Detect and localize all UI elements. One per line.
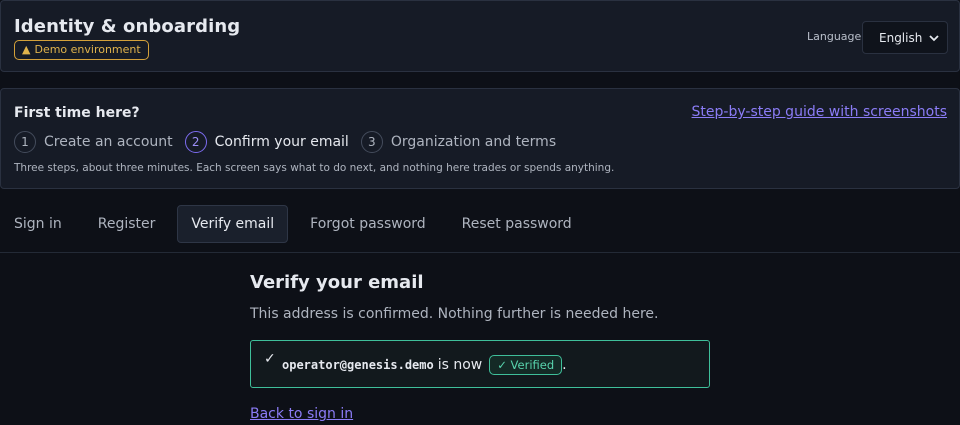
step-organization-terms: 3 Organization and terms [360, 131, 557, 153]
back-to-sign-in-link[interactable]: Back to sign in [250, 406, 353, 422]
tab-forgot-password[interactable]: Forgot password [296, 205, 440, 243]
intro-note: Three steps, about three minutes. Each s… [14, 162, 615, 174]
tab-verify-email[interactable]: Verify email [177, 205, 289, 243]
checkmark-icon: ✓ [264, 351, 276, 367]
onboarding-intro-card: First time here? Step-by-step guide with… [0, 88, 960, 189]
verify-subtitle: This address is confirmed. Nothing furth… [250, 306, 659, 322]
auth-tabs: Sign in Register Verify email Forgot pas… [0, 205, 960, 253]
step-create-account: 1 Create an account [14, 131, 173, 153]
onboarding-steps: 1 Create an account 2 Confirm your email… [14, 131, 568, 153]
environment-badge: ▲ Demo environment [14, 40, 149, 60]
status-text: is now [437, 357, 483, 373]
header-card: Identity & onboarding ▲ Demo environment… [0, 0, 960, 72]
step-number: 2 [184, 131, 207, 153]
verified-badge: ✓ Verified [489, 355, 563, 375]
language-value: English [879, 30, 923, 45]
verification-message: operator@genesis.demo is now ✓ Verified … [282, 355, 567, 375]
tab-sign-in[interactable]: Sign in [0, 205, 76, 243]
step-label: Confirm your email [214, 134, 349, 150]
language-select[interactable]: English [862, 21, 948, 54]
tab-register[interactable]: Register [84, 205, 170, 243]
step-label: Organization and terms [390, 134, 557, 150]
verified-email: operator@genesis.demo [282, 358, 434, 372]
period: . [562, 357, 567, 373]
intro-title: First time here? [14, 105, 140, 121]
tab-reset-password[interactable]: Reset password [448, 205, 586, 243]
step-number: 3 [360, 131, 383, 153]
step-confirm-email: 2 Confirm your email [184, 131, 349, 153]
verification-success-alert: ✓ operator@genesis.demo is now ✓ Verifie… [250, 340, 710, 388]
step-label: Create an account [44, 134, 173, 150]
environment-badge-label: Demo environment [34, 43, 141, 56]
chevron-down-icon [929, 31, 939, 45]
verify-heading: Verify your email [250, 272, 424, 293]
page-title: Identity & onboarding [14, 16, 241, 37]
language-label: Language [807, 30, 862, 43]
guide-link[interactable]: Step-by-step guide with screenshots [692, 104, 947, 120]
step-number: 1 [14, 131, 36, 153]
warning-icon: ▲ [22, 43, 31, 56]
